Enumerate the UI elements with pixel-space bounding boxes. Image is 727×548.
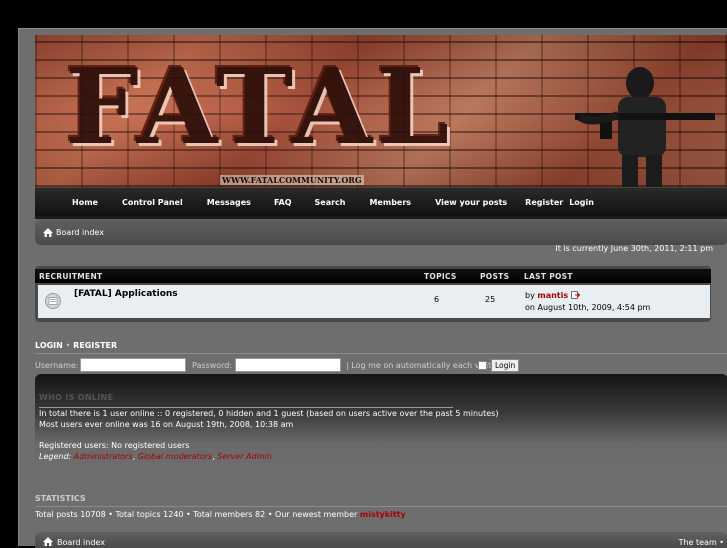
legend-administrators[interactable]: Administrators [74, 452, 133, 461]
divider [35, 353, 727, 354]
page-container: FATAL WWW.FATALCOMMUNITY.ORG Home Contro… [18, 28, 727, 548]
footer-board-index-link[interactable]: Board index [57, 538, 105, 547]
password-label: Password: [192, 361, 233, 370]
registered-users-text: Registered users: No registered users [39, 441, 190, 450]
current-time: It is currently June 30th, 2011, 2:11 pm [555, 244, 713, 253]
site-logo: FATAL [65, 45, 454, 168]
team-link[interactable]: The team • [679, 538, 724, 547]
most-online-text: Most users ever online was 16 on August … [39, 420, 294, 429]
last-post-by-label: by [525, 291, 535, 300]
forum-posts-count: 25 [485, 295, 496, 304]
statistics-text: Total posts 10708 • Total topics 1240 • … [35, 510, 406, 519]
login-title-link[interactable]: LOGIN [35, 341, 63, 350]
last-post-header: LAST POST [524, 272, 573, 281]
last-post-author[interactable]: mantis [537, 291, 568, 300]
nav-register[interactable]: Register [525, 198, 563, 207]
statistics-title: STATISTICS [35, 494, 86, 503]
posts-header: POSTS [480, 272, 510, 281]
login-heading: LOGIN • REGISTER [35, 341, 117, 350]
legend-server-admin[interactable]: Server Admin [217, 452, 271, 461]
group-legend: Legend: Administrators, Global moderator… [39, 452, 272, 461]
forum-row: [FATAL] Applications 6 25 by mantis on A… [38, 285, 710, 318]
nav-login[interactable]: Login [569, 198, 594, 207]
main-navbar: Home Control Panel Messages FAQ Search M… [35, 187, 727, 216]
login-title-separator: • [65, 341, 71, 350]
legend-label: Legend: [39, 452, 72, 461]
breadcrumb: Board index [35, 219, 727, 245]
login-form: Username: Password: | Log me on automati… [35, 358, 727, 374]
footer-breadcrumb-bar: Board index The team • [35, 532, 727, 548]
who-is-online-panel: WHO IS ONLINE In total there is 1 user o… [35, 374, 727, 474]
last-post-by: by mantis [525, 291, 580, 300]
view-latest-post-icon[interactable] [570, 291, 580, 299]
site-url: WWW.FATALCOMMUNITY.ORG [220, 175, 364, 185]
divider [39, 407, 453, 408]
forum-list: RECRUITMENT TOPICS POSTS LAST POST [FATA… [35, 266, 711, 322]
legend-global-moderators[interactable]: Global moderators [138, 452, 212, 461]
nav-search[interactable]: Search [315, 198, 346, 207]
who-is-online-title[interactable]: WHO IS ONLINE [39, 393, 113, 402]
nav-home[interactable]: Home [72, 198, 98, 207]
forum-read-icon [45, 293, 61, 309]
statistics-totals: Total posts 10708 • Total topics 1240 • … [35, 510, 358, 519]
nav-control-panel[interactable]: Control Panel [122, 198, 183, 207]
online-users-text: In total there is 1 user online :: 0 reg… [39, 409, 499, 418]
auto-login-label: | Log me on automatically each visit [346, 361, 492, 370]
nav-faq[interactable]: FAQ [274, 198, 292, 207]
soldier-image [575, 67, 715, 187]
password-input[interactable] [235, 358, 341, 372]
username-label: Username: [35, 361, 79, 370]
topics-header: TOPICS [424, 272, 457, 281]
newest-member-link[interactable]: mistykitty [360, 510, 406, 519]
forum-title-link[interactable]: [FATAL] Applications [74, 289, 178, 299]
auto-login-checkbox[interactable] [478, 361, 487, 370]
username-input[interactable] [80, 358, 186, 372]
forum-topics-count: 6 [434, 295, 440, 304]
nav-messages[interactable]: Messages [207, 198, 251, 207]
home-icon [43, 227, 53, 237]
nav-view-your-posts[interactable]: View your posts [435, 198, 507, 207]
register-title-link[interactable]: REGISTER [73, 341, 117, 350]
category-header[interactable]: RECRUITMENT [39, 272, 102, 281]
last-post-date: on August 10th, 2009, 4:54 pm [525, 303, 651, 312]
breadcrumb-board-index[interactable]: Board index [56, 228, 104, 237]
forum-list-header: RECRUITMENT TOPICS POSTS LAST POST [35, 269, 711, 283]
site-banner[interactable]: FATAL WWW.FATALCOMMUNITY.ORG [35, 35, 727, 187]
nav-members[interactable]: Members [369, 198, 411, 207]
login-button[interactable]: Login [491, 359, 520, 372]
divider [35, 506, 727, 507]
